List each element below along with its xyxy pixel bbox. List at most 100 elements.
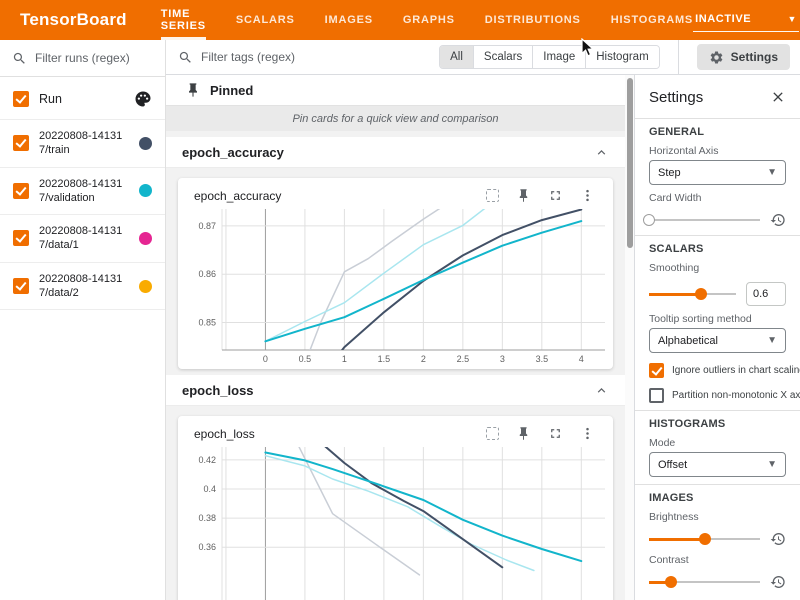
tooltip-sorting-select[interactable]: Alphabetical ▼ (649, 328, 786, 353)
tab-histograms[interactable]: HISTOGRAMS (611, 0, 693, 40)
reset-icon[interactable] (770, 212, 786, 228)
fit-to-data-icon[interactable] (486, 189, 499, 202)
line-chart-epoch-accuracy[interactable]: 0.850.860.8700.511.522.533.54 (182, 205, 609, 367)
line-chart-epoch-loss[interactable]: 0.360.380.40.42 (182, 443, 609, 600)
contrast-label: Contrast (649, 554, 786, 566)
svg-text:4: 4 (579, 354, 584, 364)
section-header-epoch-loss[interactable]: epoch_loss (166, 375, 625, 406)
status-label: INACTIVE (695, 13, 751, 25)
tab-time-series[interactable]: TIME SERIES (161, 0, 206, 40)
filter-all-button[interactable]: All (440, 46, 474, 68)
divider (635, 118, 800, 119)
filter-image-button[interactable]: Image (533, 46, 586, 68)
histograms-heading: HISTOGRAMS (649, 418, 786, 430)
run-label: 20220808-141317/train (39, 129, 129, 158)
settings-panel: Settings GENERAL Horizontal Axis Step ▼ … (634, 75, 800, 600)
runs-sidebar: Run 20220808-141317/train 20220808-14131… (0, 40, 166, 600)
svg-text:0.4: 0.4 (203, 484, 216, 494)
smoothing-slider[interactable] (649, 288, 736, 301)
tab-images[interactable]: IMAGES (325, 0, 373, 40)
fullscreen-icon[interactable] (548, 188, 563, 203)
scrollbar-thumb[interactable] (627, 78, 633, 248)
ignore-outliers-checkbox[interactable] (649, 363, 664, 378)
brightness-slider-row (649, 531, 786, 547)
slider-thumb[interactable] (665, 576, 677, 588)
reset-icon[interactable] (770, 531, 786, 547)
horizontal-axis-value: Step (658, 167, 681, 179)
run-row-data-2[interactable]: 20220808-141317/data/2 (0, 263, 165, 311)
partition-x-axis-checkbox[interactable] (649, 388, 664, 403)
svg-text:3.5: 3.5 (536, 354, 549, 364)
slider-thumb[interactable] (643, 214, 655, 226)
run-checkbox[interactable] (13, 230, 29, 246)
run-checkbox[interactable] (13, 135, 29, 151)
tab-graphs[interactable]: GRAPHS (403, 0, 455, 40)
collapse-chevron-icon[interactable] (594, 383, 609, 398)
slider-fill (649, 293, 701, 296)
ignore-outliers-row[interactable]: Ignore outliers in chart scaling (649, 363, 786, 378)
fit-to-data-icon[interactable] (486, 427, 499, 440)
app-header: TensorBoard TIME SERIES SCALARS IMAGES G… (0, 0, 800, 40)
brightness-slider[interactable] (649, 533, 760, 546)
close-icon[interactable] (770, 89, 786, 105)
filter-tags-input[interactable] (201, 50, 431, 64)
pinned-title: Pinned (210, 83, 253, 98)
search-icon (178, 50, 193, 65)
more-options-icon[interactable] (580, 426, 595, 441)
tooltip-sorting-value: Alphabetical (658, 335, 718, 347)
tab-scalars[interactable]: SCALARS (236, 0, 295, 40)
scalars-heading: SCALARS (649, 243, 786, 255)
scalar-card-epoch-loss: epoch_loss (178, 416, 613, 600)
run-color-dot (139, 137, 152, 150)
collapse-chevron-icon[interactable] (594, 145, 609, 160)
gear-icon (709, 50, 724, 65)
reset-icon[interactable] (770, 574, 786, 590)
select-all-runs-checkbox[interactable] (13, 91, 29, 107)
reload-status-dropdown[interactable]: INACTIVE ▼ (693, 9, 799, 32)
run-row-data-1[interactable]: 20220808-141317/data/1 (0, 215, 165, 263)
search-icon (12, 51, 27, 66)
contrast-slider-row (649, 574, 786, 590)
content-row: Pinned Pin cards for a quick view and co… (166, 75, 800, 600)
pin-card-icon[interactable] (516, 188, 531, 203)
slider-track (649, 219, 760, 221)
run-color-dot (139, 280, 152, 293)
settings-button-label: Settings (731, 50, 778, 64)
slider-thumb[interactable] (699, 533, 711, 545)
horizontal-axis-select[interactable]: Step ▼ (649, 160, 786, 185)
smoothing-value-input[interactable] (746, 282, 786, 306)
filter-runs-input[interactable] (35, 51, 153, 65)
run-checkbox[interactable] (13, 183, 29, 199)
images-heading: IMAGES (649, 492, 786, 504)
fullscreen-icon[interactable] (548, 426, 563, 441)
divider (635, 235, 800, 236)
tab-distributions[interactable]: DISTRIBUTIONS (485, 0, 581, 40)
run-row-train[interactable]: 20220808-141317/train (0, 120, 165, 168)
run-label: 20220808-141317/validation (39, 177, 129, 206)
run-checkbox[interactable] (13, 278, 29, 294)
card-width-slider-row (649, 212, 786, 228)
vertical-scrollbar (625, 75, 634, 600)
more-options-icon[interactable] (580, 188, 595, 203)
filter-histogram-button[interactable]: Histogram (586, 46, 658, 68)
histogram-mode-select[interactable]: Offset ▼ (649, 452, 786, 477)
section-title: epoch_loss (182, 383, 254, 398)
svg-text:0.86: 0.86 (198, 269, 216, 279)
pin-card-icon[interactable] (516, 426, 531, 441)
slider-thumb[interactable] (695, 288, 707, 300)
svg-text:0: 0 (263, 354, 268, 364)
settings-button[interactable]: Settings (697, 44, 790, 70)
tags-toolbar: All Scalars Image Histogram Settings (166, 40, 800, 75)
partition-x-axis-row[interactable]: Partition non-monotonic X axis (649, 388, 786, 403)
svg-text:0.36: 0.36 (198, 542, 216, 552)
palette-icon[interactable] (134, 90, 152, 108)
brightness-label: Brightness (649, 511, 786, 523)
run-row-validation[interactable]: 20220808-141317/validation (0, 168, 165, 216)
card-width-slider[interactable] (649, 214, 760, 227)
contrast-slider[interactable] (649, 576, 760, 589)
filter-scalars-button[interactable]: Scalars (474, 46, 533, 68)
svg-text:0.85: 0.85 (198, 317, 216, 327)
section-header-epoch-accuracy[interactable]: epoch_accuracy (166, 137, 625, 168)
caret-down-icon: ▼ (767, 459, 777, 470)
histogram-mode-label: Mode (649, 437, 786, 449)
